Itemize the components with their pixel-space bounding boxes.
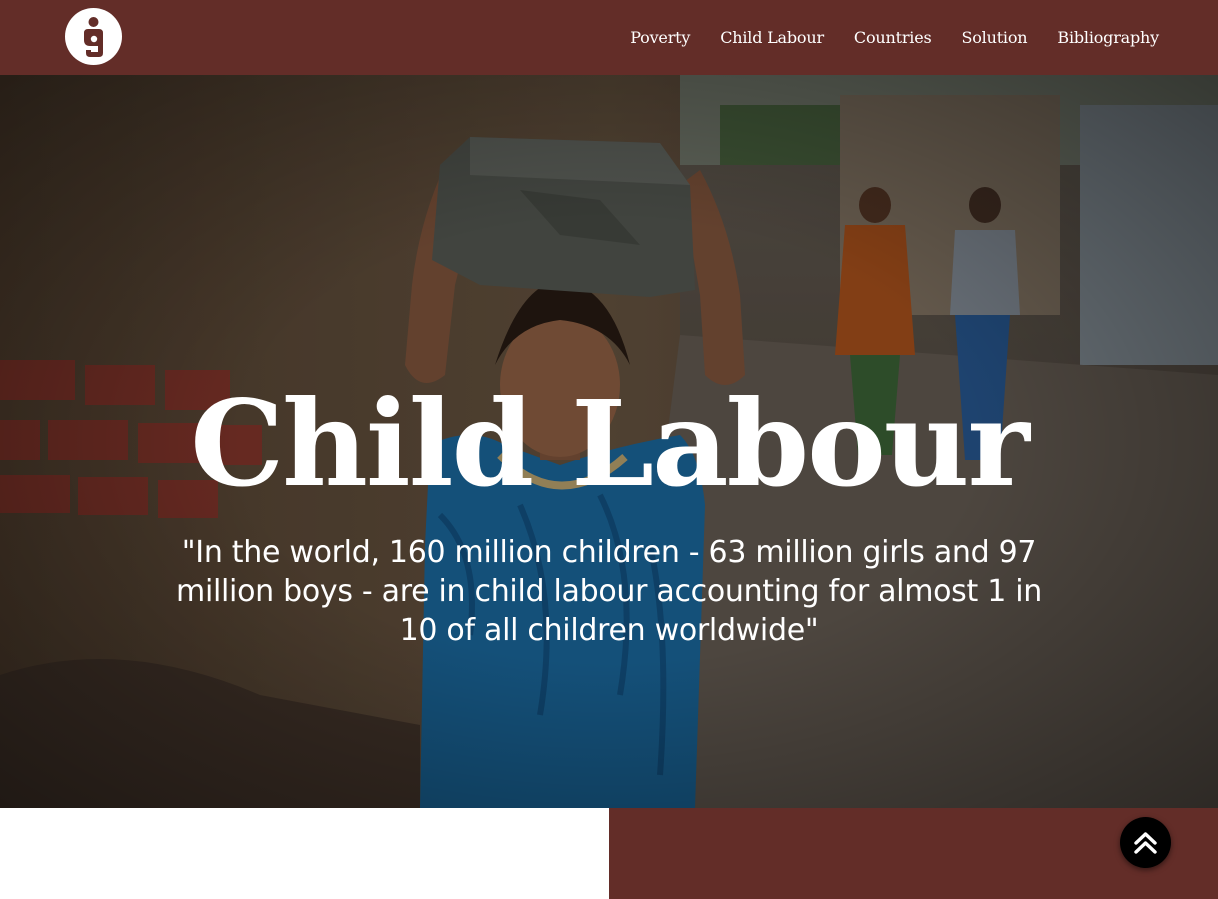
nav-link-countries[interactable]: Countries (854, 28, 932, 47)
site-header: Poverty Child Labour Countries Solution … (0, 0, 1218, 75)
logo-icon[interactable] (65, 8, 122, 65)
hero-title: Child Labour (190, 374, 1030, 513)
bottom-left-panel (0, 808, 609, 899)
hero-section: Child Labour "In the world, 160 million … (0, 75, 1218, 808)
main-nav: Poverty Child Labour Countries Solution … (600, 0, 1159, 75)
scroll-to-top-button[interactable] (1120, 817, 1171, 868)
nav-link-solution[interactable]: Solution (961, 28, 1027, 47)
nav-link-poverty[interactable]: Poverty (630, 28, 690, 47)
double-chevron-up-icon (1134, 832, 1157, 854)
nav-link-child-labour[interactable]: Child Labour (720, 28, 824, 47)
hero-quote: "In the world, 160 million children - 63… (176, 535, 1042, 648)
nav-link-bibliography[interactable]: Bibliography (1057, 28, 1159, 47)
